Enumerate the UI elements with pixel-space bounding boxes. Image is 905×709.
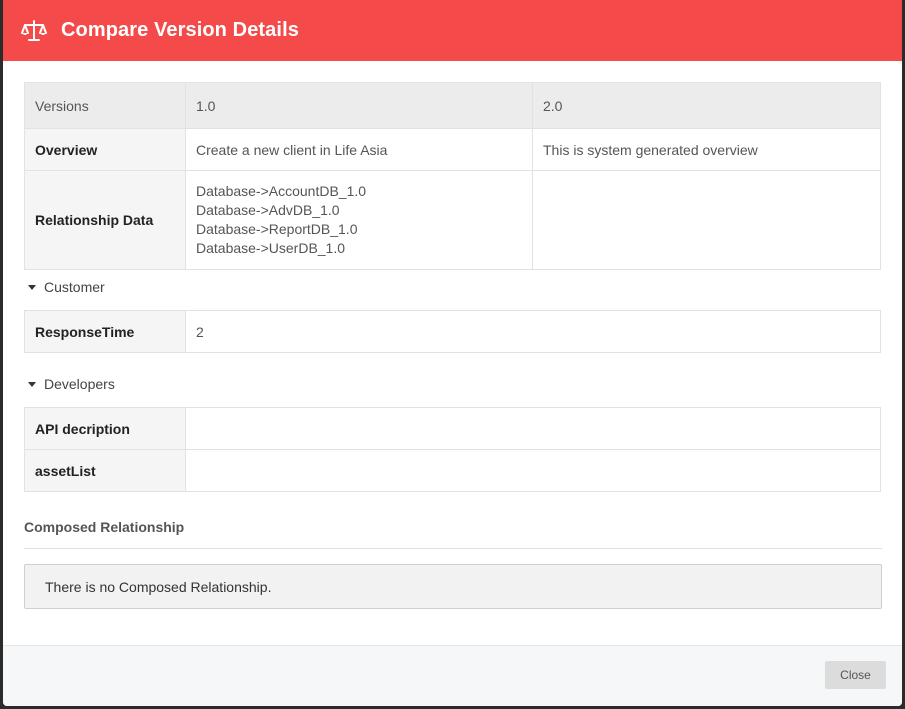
composed-empty-message: There is no Composed Relationship. [24,564,882,609]
response-time-value: 2 [185,310,881,353]
dialog-body: Versions 1.0 2.0 Overview Create a new c… [24,82,882,609]
relationship-item: Database->UserDB_1.0 [196,240,346,256]
caret-down-icon [28,284,36,290]
dialog-footer: Close [3,645,902,706]
version-1-header: 1.0 [185,82,533,129]
versions-label: Versions [24,82,186,129]
developers-table: API decription assetList [24,407,881,492]
caret-down-icon [28,381,36,387]
dialog-header: Compare Version Details [3,0,902,61]
customer-table: ResponseTime 2 [24,310,881,353]
relationship-item: Database->AdvDB_1.0 [196,202,340,218]
customer-section-label: Customer [44,279,105,295]
api-description-label: API decription [24,407,186,450]
relationship-label: Relationship Data [24,170,186,270]
asset-list-value [185,449,881,492]
overview-v1: Create a new client in Life Asia [185,128,533,171]
table-row: Relationship Data Database->AccountDB_1.… [24,170,881,270]
versions-table: Versions 1.0 2.0 Overview Create a new c… [24,82,881,270]
customer-section-toggle[interactable]: Customer [24,270,882,304]
composed-relationship-title: Composed Relationship [24,519,882,549]
table-row: Overview Create a new client in Life Asi… [24,128,881,171]
table-row: API decription [24,407,881,450]
table-row: ResponseTime 2 [24,310,881,353]
close-button[interactable]: Close [825,661,886,689]
relationship-v2 [532,170,881,270]
asset-list-label: assetList [24,449,186,492]
relationship-item: Database->AccountDB_1.0 [196,183,367,199]
compare-version-dialog: Compare Version Details Versions 1.0 2.0… [3,0,902,706]
dialog-title: Compare Version Details [61,19,299,41]
relationship-item: Database->ReportDB_1.0 [196,221,358,237]
api-description-value [185,407,881,450]
overview-v2: This is system generated overview [532,128,881,171]
response-time-label: ResponseTime [24,310,186,353]
overview-label: Overview [24,128,186,171]
developers-section-label: Developers [44,376,115,392]
balance-scale-icon [21,18,47,44]
table-row: Versions 1.0 2.0 [24,82,881,129]
table-row: assetList [24,449,881,492]
relationship-v1: Database->AccountDB_1.0 Database->AdvDB_… [185,170,533,270]
version-2-header: 2.0 [532,82,881,129]
developers-section-toggle[interactable]: Developers [24,367,882,401]
